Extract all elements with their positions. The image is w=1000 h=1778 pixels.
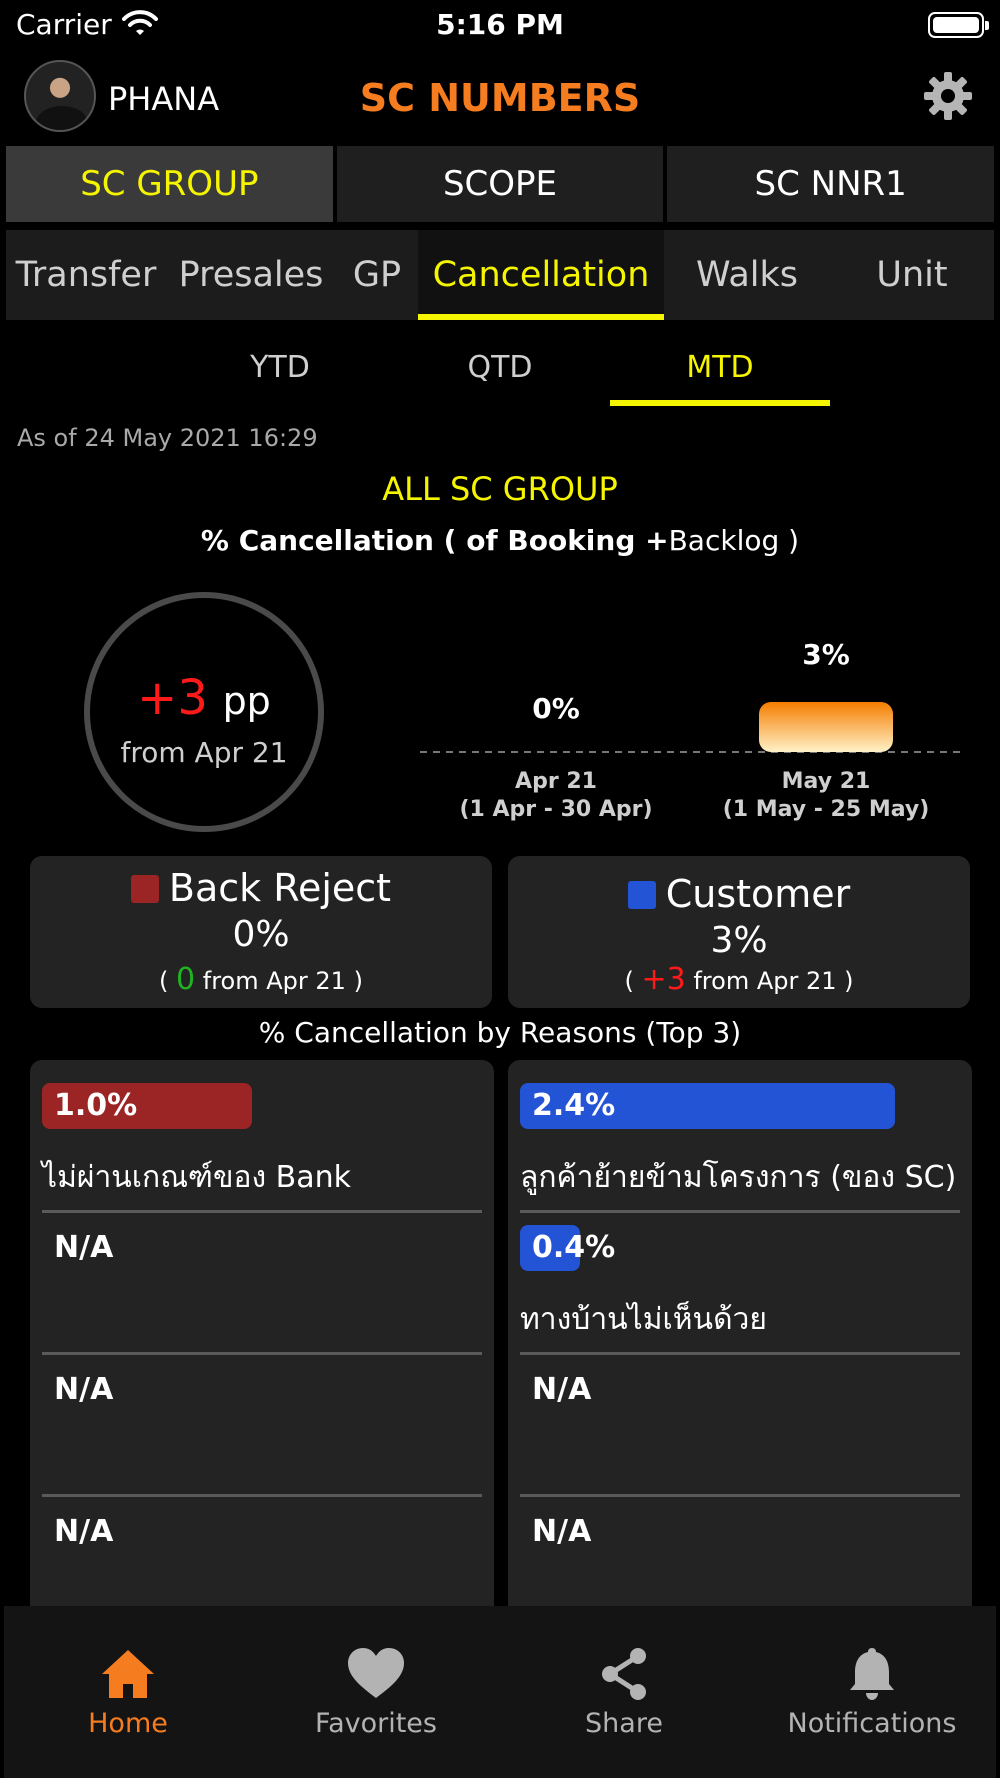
tab-gp[interactable]: GP <box>336 230 418 320</box>
reasons-title: % Cancellation by Reasons (Top 3) <box>258 1016 742 1049</box>
category-change-suffix: from Apr 21 ) <box>685 967 854 995</box>
bar-may-21 <box>759 702 893 752</box>
category-name: Back Reject <box>30 866 492 910</box>
reasons-column-customer: 2.4% ลูกค้าย้ายข้ามโครงการ (ของ SC) 0.4%… <box>508 1060 972 1620</box>
period-tabs: YTD QTD MTD <box>0 340 1000 410</box>
cancellation-bar-chart: 0% Apr 21 (1 Apr - 30 Apr) 3% May 21 (1 May -… <box>420 638 960 822</box>
bar-value-label: 0% <box>532 692 580 725</box>
tab-ytd[interactable]: YTD <box>170 340 390 406</box>
tab-mtd[interactable]: MTD <box>610 340 830 406</box>
category-name-label: Customer <box>665 872 851 916</box>
tab-sc-nnr1[interactable]: SC NNR1 <box>667 146 995 222</box>
change-value: +3 pp <box>84 670 324 726</box>
reason-na: N/A <box>532 1514 592 1549</box>
bottom-nav: Home Favorites Share Notifications <box>4 1606 996 1778</box>
category-change-prefix: ( <box>159 967 177 995</box>
heart-icon <box>348 1648 404 1698</box>
app-header: PHANA SC NUMBERS <box>0 56 1000 140</box>
reason-item[interactable]: 0.4% ทางบ้านไม่เห็นด้วย <box>520 1202 960 1344</box>
category-change-suffix: from Apr 21 ) <box>195 967 363 995</box>
category-name-label: Back Reject <box>168 866 392 910</box>
bar-value-label: 3% <box>802 638 850 671</box>
reason-na: N/A <box>54 1230 114 1265</box>
metric-tabs: Transfer Presales GP Cancellation Walks … <box>6 230 994 320</box>
reason-item[interactable]: 1.0% ไม่ผ่านเกณฑ์ของ Bank <box>42 1060 482 1202</box>
category-delta: 0 <box>176 962 196 997</box>
tab-sc-group[interactable]: SC GROUP <box>6 146 333 222</box>
nav-notifications[interactable]: Notifications <box>748 1646 996 1739</box>
share-icon <box>602 1648 646 1700</box>
tab-scope[interactable]: SCOPE <box>336 146 664 222</box>
category-card-back-reject[interactable]: Back Reject 0% ( 0 from Apr 21 ) <box>30 856 492 1008</box>
change-from: from Apr 21 <box>120 736 288 769</box>
nav-share[interactable]: Share <box>500 1646 748 1739</box>
group-title: ALL SC GROUP <box>382 470 618 508</box>
bell-icon <box>850 1648 894 1700</box>
tab-transfer[interactable]: Transfer <box>6 230 166 320</box>
tab-qtd[interactable]: QTD <box>390 340 610 406</box>
nav-label: Home <box>88 1708 168 1739</box>
tab-unit[interactable]: Unit <box>830 230 994 320</box>
category-change: ( +3 from Apr 21 ) <box>508 962 970 997</box>
reason-label: ทางบ้านไม่เห็นด้วย <box>520 1302 767 1337</box>
tab-presales[interactable]: Presales <box>166 230 336 320</box>
reason-label: ไม่ผ่านเกณฑ์ของ Bank <box>42 1160 352 1195</box>
chart-title-suffix: Backlog ) <box>668 524 800 557</box>
reason-item: N/A <box>42 1202 482 1344</box>
legend-swatch <box>130 875 159 903</box>
tab-walks[interactable]: Walks <box>664 230 830 320</box>
reason-item[interactable]: 2.4% ลูกค้าย้ายข้ามโครงการ (ของ SC) <box>520 1060 960 1202</box>
nav-favorites[interactable]: Favorites <box>252 1646 500 1739</box>
reason-percent: 2.4% <box>532 1088 616 1123</box>
status-bar: Carrier 5:16 PM <box>0 0 1000 50</box>
x-tick-range: (1 May - 25 May) <box>723 797 930 822</box>
tab-cancellation[interactable]: Cancellation <box>418 230 664 320</box>
x-tick-label: May 21 <box>782 769 871 794</box>
x-tick-label: Apr 21 <box>515 769 597 794</box>
battery-icon <box>928 12 989 38</box>
category-value: 0% <box>232 914 290 955</box>
x-tick-range: (1 Apr - 30 Apr) <box>459 797 652 822</box>
reasons-column-back-reject: 1.0% ไม่ผ่านเกณฑ์ของ Bank N/A N/A N/A <box>30 1060 494 1620</box>
chart-title: % Cancellation ( of Booking +Backlog ) <box>0 524 1000 557</box>
reason-na: N/A <box>54 1372 114 1407</box>
chart-title-main: % Cancellation ( of Booking + <box>200 524 669 557</box>
change-unit: pp <box>222 679 271 723</box>
as-of-timestamp: As of 24 May 2021 16:29 <box>17 424 318 452</box>
nav-home[interactable]: Home <box>4 1646 252 1739</box>
nav-label: Favorites <box>315 1708 437 1739</box>
reason-percent: 0.4% <box>532 1230 616 1265</box>
home-icon <box>102 1650 154 1698</box>
clock: 5:16 PM <box>436 8 564 41</box>
category-name: Customer <box>508 872 970 916</box>
legend-swatch <box>627 881 656 909</box>
reason-item: N/A <box>520 1344 960 1486</box>
category-delta: +3 <box>641 962 686 997</box>
change-number: +3 <box>137 670 208 726</box>
reason-na: N/A <box>532 1372 592 1407</box>
nav-label: Notifications <box>787 1708 957 1739</box>
category-value: 3% <box>710 920 768 961</box>
group-tabs: SC GROUP SCOPE SC NNR1 <box>6 146 995 222</box>
reason-item: N/A <box>42 1344 482 1486</box>
reason-percent: 1.0% <box>54 1088 138 1123</box>
reason-na: N/A <box>54 1514 114 1549</box>
category-change-prefix: ( <box>624 967 642 995</box>
category-card-customer[interactable]: Customer 3% ( +3 from Apr 21 ) <box>508 856 970 1008</box>
page-title: SC NUMBERS <box>359 76 641 120</box>
gear-icon[interactable] <box>922 70 974 122</box>
nav-label: Share <box>585 1708 663 1739</box>
category-change: ( 0 from Apr 21 ) <box>30 962 492 997</box>
reason-label: ลูกค้าย้ายข้ามโครงการ (ของ SC) <box>520 1160 957 1195</box>
